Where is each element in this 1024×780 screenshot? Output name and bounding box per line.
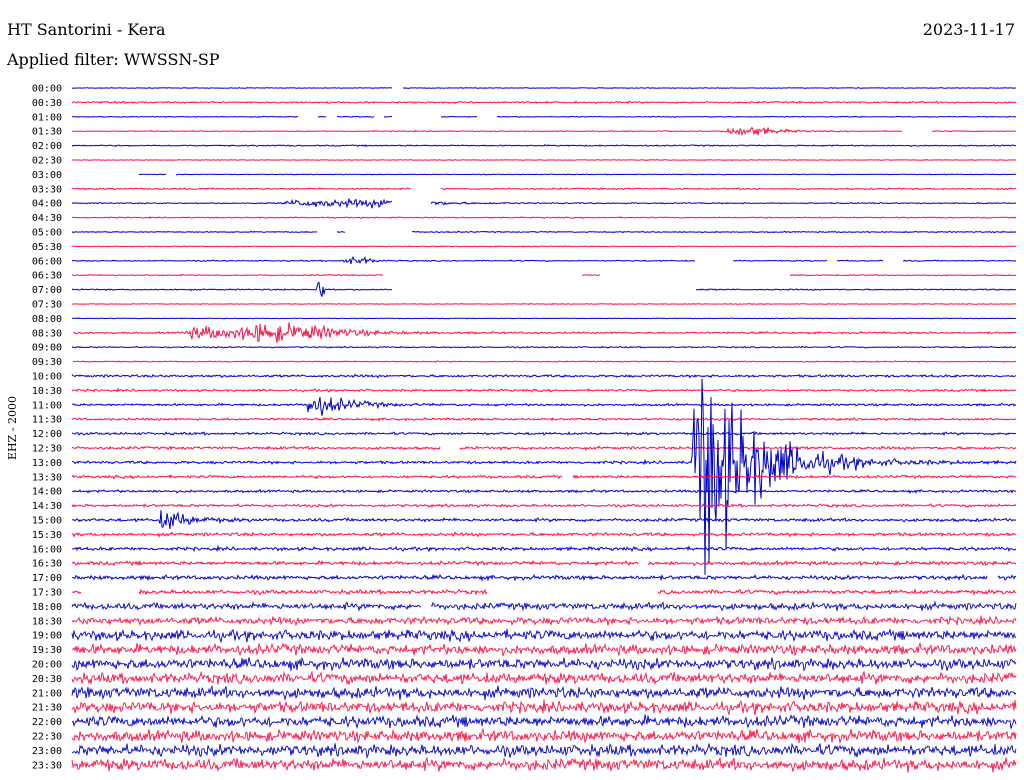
trace-row [71, 255, 1017, 265]
trace-row [71, 531, 1017, 539]
trace-row [71, 509, 1017, 530]
time-label: 23:30 [32, 760, 62, 771]
time-label: 04:00 [32, 199, 62, 210]
time-label: 14:30 [32, 501, 62, 512]
trace-row [71, 302, 1016, 306]
trace-row [71, 416, 1017, 422]
trace-row [72, 360, 1017, 363]
time-label: 08:00 [32, 314, 62, 325]
trace-row [71, 198, 1017, 209]
trace-row [71, 187, 1017, 191]
trace-row [71, 559, 1017, 567]
time-label: 07:30 [32, 300, 62, 311]
trace-row [71, 373, 1017, 379]
time-label: 00:30 [32, 98, 62, 109]
trace-row [71, 215, 1017, 220]
trace-row [71, 641, 1017, 657]
trace-row [71, 670, 1017, 686]
time-label: 03:00 [32, 170, 62, 181]
time-label: 01:30 [32, 127, 62, 138]
time-label: 05:00 [32, 228, 62, 239]
time-label: 15:00 [32, 516, 62, 527]
time-label: 23:00 [32, 746, 62, 757]
trace-row [71, 87, 1017, 89]
trace-row [71, 742, 1017, 759]
time-label: 21:30 [32, 703, 62, 714]
trace-row [71, 281, 1017, 297]
trace-row [138, 173, 1017, 176]
time-label: 03:30 [32, 184, 62, 195]
time-label: 13:00 [32, 458, 62, 469]
trace-row [72, 273, 1017, 277]
time-label: 22:00 [32, 717, 62, 728]
time-label: 12:00 [32, 429, 62, 440]
trace-row [71, 727, 1017, 745]
trace-row [71, 713, 1017, 730]
trace-row [71, 473, 1017, 480]
time-label: 05:30 [32, 242, 62, 253]
time-label: 11:30 [32, 415, 62, 426]
time-label: 06:30 [32, 271, 62, 282]
trace-row [71, 317, 1017, 320]
trace-row [71, 115, 1017, 119]
trace-row [71, 230, 1017, 234]
trace-row [71, 588, 1017, 596]
trace-row [73, 322, 1017, 343]
time-label: 09:30 [32, 357, 62, 368]
trace-row [71, 756, 1017, 773]
trace-row [71, 544, 1017, 553]
time-label: 07:00 [32, 285, 62, 296]
trace-row [71, 615, 1017, 627]
trace-row [71, 431, 1017, 437]
trace-row [71, 503, 1017, 509]
trace-row [71, 396, 1017, 416]
trace-row [71, 699, 1017, 716]
time-label: 21:00 [32, 688, 62, 699]
trace-row [71, 684, 1017, 701]
trace-row [71, 245, 1017, 248]
time-label: 19:30 [32, 645, 62, 656]
trace-row [71, 600, 1017, 612]
time-label: 18:00 [32, 602, 62, 613]
time-label: 17:30 [32, 588, 62, 599]
trace-group [71, 87, 1017, 773]
time-label: 04:30 [32, 213, 62, 224]
trace-row [71, 445, 1017, 452]
trace-row [71, 100, 1017, 105]
time-label: 02:00 [32, 141, 62, 152]
time-label: 18:30 [32, 616, 62, 627]
time-label: 10:00 [32, 372, 62, 383]
time-label: 19:00 [32, 631, 62, 642]
trace-row [71, 387, 1017, 393]
time-label: 06:00 [32, 256, 62, 267]
seismogram-plot: 00:00 00:30 01:00 01:30 02:00 02:30 03:00 03:30… [32, 84, 1017, 773]
time-label: 10:30 [32, 386, 62, 397]
time-label: 09:00 [32, 343, 62, 354]
time-label: 01:00 [32, 112, 62, 123]
time-label: 20:00 [32, 660, 62, 671]
time-label: 16:00 [32, 544, 62, 555]
time-label: 11:00 [32, 400, 62, 411]
time-label: 14:00 [32, 487, 62, 498]
trace-row [71, 656, 1017, 672]
time-label-group: 00:00 00:30 01:00 01:30 02:00 02:30 03:00 03:30… [32, 84, 62, 772]
time-label: 15:30 [32, 530, 62, 541]
time-label: 16:30 [32, 559, 62, 570]
trace-row [71, 573, 1017, 582]
time-label: 00:00 [32, 84, 62, 95]
time-label: 22:30 [32, 732, 62, 743]
time-label: 17:00 [32, 573, 62, 584]
trace-row [71, 628, 1017, 644]
trace-row [71, 345, 1017, 349]
time-label: 20:30 [32, 674, 62, 685]
trace-row [71, 159, 1017, 161]
trace-row [71, 144, 1017, 148]
time-label: 02:30 [32, 156, 62, 167]
time-label: 12:30 [32, 444, 62, 455]
time-label: 08:30 [32, 328, 62, 339]
time-label: 13:30 [32, 472, 62, 483]
trace-row [71, 126, 1016, 137]
trace-row [71, 488, 1017, 494]
